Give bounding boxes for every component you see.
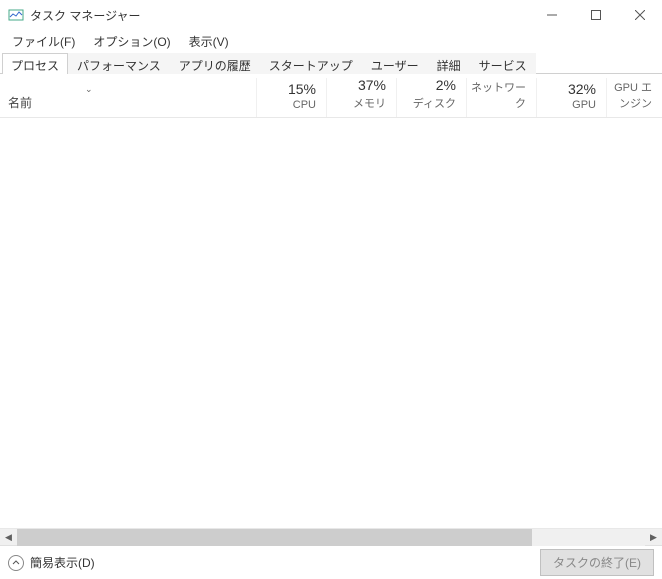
titlebar: タスク マネージャー	[0, 0, 662, 30]
tab-processes[interactable]: プロセス	[2, 53, 68, 74]
tab-performance[interactable]: パフォーマンス	[68, 53, 170, 74]
scroll-left-arrow-icon[interactable]: ◀	[0, 529, 17, 546]
memory-percent: 37%	[331, 77, 386, 93]
menu-file[interactable]: ファイル(F)	[4, 31, 83, 52]
column-header-gpu-engine[interactable]: GPU エンジン	[606, 78, 662, 117]
column-header-disk[interactable]: 2% ディスク	[396, 78, 466, 117]
cpu-percent: 15%	[261, 81, 316, 97]
column-header-cpu[interactable]: 15% CPU	[256, 78, 326, 117]
fewer-details-button[interactable]: 簡易表示(D)	[8, 554, 95, 571]
menubar: ファイル(F) オプション(O) 表示(V)	[0, 30, 662, 52]
maximize-button[interactable]	[574, 0, 618, 30]
column-header-name[interactable]: ⌄ 名前	[0, 78, 256, 117]
scroll-thumb[interactable]	[17, 529, 532, 546]
scroll-track[interactable]	[17, 529, 645, 546]
menu-options[interactable]: オプション(O)	[85, 31, 178, 52]
gpu-engine-label: GPU エンジン	[611, 79, 652, 111]
tab-users[interactable]: ユーザー	[362, 53, 428, 74]
menu-view[interactable]: 表示(V)	[181, 31, 237, 52]
memory-label: メモリ	[331, 95, 386, 111]
content-area: ⌄ 名前 15% CPU 37% メモリ 2% ディスク 0% ネットワーク 3…	[0, 74, 662, 545]
column-header-memory[interactable]: 37% メモリ	[326, 78, 396, 117]
process-list[interactable]	[0, 118, 662, 528]
gpu-percent: 32%	[541, 81, 596, 97]
close-button[interactable]	[618, 0, 662, 30]
tab-app-history[interactable]: アプリの履歴	[170, 53, 260, 74]
window-title: タスク マネージャー	[30, 7, 530, 24]
network-label: ネットワーク	[471, 79, 526, 111]
column-name-label: 名前	[8, 94, 32, 111]
column-headers: ⌄ 名前 15% CPU 37% メモリ 2% ディスク 0% ネットワーク 3…	[0, 74, 662, 118]
tab-startup[interactable]: スタートアップ	[260, 53, 362, 74]
minimize-button[interactable]	[530, 0, 574, 30]
end-task-button[interactable]: タスクの終了(E)	[540, 549, 654, 576]
fewer-details-label: 簡易表示(D)	[30, 554, 95, 571]
app-icon	[8, 7, 24, 23]
column-header-gpu[interactable]: 32% GPU	[536, 78, 606, 117]
column-header-network[interactable]: 0% ネットワーク	[466, 78, 536, 117]
cpu-label: CPU	[261, 99, 316, 111]
disk-percent: 2%	[401, 77, 456, 93]
statusbar: 簡易表示(D) タスクの終了(E)	[0, 545, 662, 579]
tab-strip: プロセス パフォーマンス アプリの履歴 スタートアップ ユーザー 詳細 サービス	[0, 52, 662, 74]
scroll-right-arrow-icon[interactable]: ▶	[645, 529, 662, 546]
horizontal-scrollbar[interactable]: ◀ ▶	[0, 528, 662, 545]
disk-label: ディスク	[401, 95, 456, 111]
sort-indicator-icon: ⌄	[85, 84, 93, 95]
gpu-label: GPU	[541, 99, 596, 111]
tab-services[interactable]: サービス	[470, 53, 536, 74]
tab-details[interactable]: 詳細	[428, 53, 470, 74]
chevron-up-icon	[8, 555, 24, 571]
window-controls	[530, 0, 662, 30]
